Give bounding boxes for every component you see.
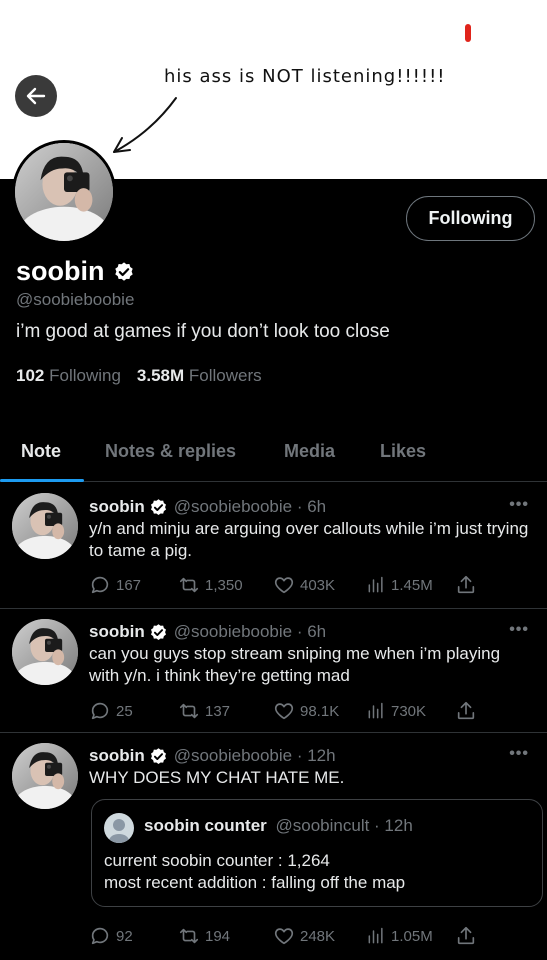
quoted-tweet-line: current soobin counter : 1,264	[104, 851, 330, 870]
like-count: 248K	[300, 927, 336, 945]
quoted-tweet-line: most recent addition : falling off the m…	[104, 873, 406, 892]
following-button[interactable]: Following	[406, 196, 535, 241]
reply-count: 167	[116, 576, 142, 594]
reply-button[interactable]: 167	[89, 574, 141, 596]
followers-stat[interactable]: 3.58M Followers	[137, 366, 262, 386]
reply-count: 25	[116, 702, 133, 720]
reply-button[interactable]: 25	[89, 700, 133, 722]
verified-badge-icon	[149, 498, 168, 517]
like-count: 403K	[300, 576, 336, 594]
tab-note[interactable]: Note	[21, 441, 61, 462]
tweet-author-name[interactable]: soobin	[89, 622, 145, 642]
tab-likes[interactable]: Likes	[380, 441, 426, 462]
back-arrow-icon	[26, 87, 46, 105]
retweet-button[interactable]: 137	[178, 700, 230, 722]
following-stat[interactable]: 102 Following	[16, 366, 121, 386]
tweet-header: soobin @soobieboobie · 6h	[89, 622, 326, 642]
verified-badge-icon	[149, 623, 168, 642]
profile-display-name: soobin	[16, 256, 135, 287]
tweet[interactable]: soobin @soobieboobie · 6h ••• y/n and mi…	[0, 483, 547, 609]
like-count: 98.1K	[300, 702, 340, 720]
tweet-author-name[interactable]: soobin	[89, 746, 145, 766]
tab-media[interactable]: Media	[284, 441, 335, 462]
reply-icon	[89, 700, 111, 722]
tweet-header: soobin @soobieboobie · 12h	[89, 746, 336, 766]
more-icon[interactable]: •••	[509, 496, 529, 514]
views-count: 730K	[391, 702, 427, 720]
views-icon	[366, 925, 386, 947]
tweet-avatar[interactable]	[12, 619, 78, 685]
profile-handle: @soobieboobie	[16, 290, 135, 309]
profile-name: soobin	[16, 256, 105, 286]
back-button[interactable]	[15, 75, 57, 117]
profile-avatar[interactable]	[12, 140, 116, 244]
quoted-tweet-author[interactable]: soobin counter	[144, 816, 267, 835]
retweet-count: 194	[205, 927, 231, 945]
tweet-actions: 167 1,350 403K 1.45M	[89, 574, 489, 598]
quoted-tweet-header: soobin counter @soobincult · 12h	[144, 816, 413, 836]
quoted-tweet-handle-time: @soobincult · 12h	[275, 816, 413, 835]
quoted-tweet[interactable]: soobin counter @soobincult · 12h current…	[91, 799, 543, 907]
tweet[interactable]: soobin @soobieboobie · 6h ••• can you gu…	[0, 609, 547, 733]
annotation-arrow-icon	[113, 97, 177, 153]
like-icon	[273, 925, 295, 947]
profile-bio: i’m good at games if you don’t look too …	[16, 321, 390, 342]
retweet-button[interactable]: 1,350	[178, 574, 243, 596]
share-icon	[455, 700, 477, 722]
tweet-handle-time: @soobieboobie · 6h	[173, 622, 327, 641]
annotation-text: his ass is NOT listening!!!!!!	[164, 66, 446, 87]
profile-stats: 102 Following 3.58M Followers	[16, 366, 262, 386]
retweet-icon	[178, 925, 200, 947]
tweet-text: can you guys stop stream sniping me when…	[89, 644, 501, 685]
views-icon	[366, 700, 386, 722]
quoted-tweet-text: current soobin counter : 1,264 most rece…	[104, 850, 405, 894]
more-icon[interactable]: •••	[509, 745, 529, 763]
reply-count: 92	[116, 927, 133, 945]
retweet-count: 1,350	[205, 576, 243, 594]
reply-icon	[89, 925, 111, 947]
views-button[interactable]: 1.05M	[366, 925, 433, 947]
tweet-text: WHY DOES MY CHAT HATE ME.	[89, 768, 345, 787]
tweet-handle-time: @soobieboobie · 12h	[173, 746, 336, 765]
reply-button[interactable]: 92	[89, 925, 133, 947]
share-button[interactable]	[455, 700, 477, 722]
like-button[interactable]: 248K	[273, 925, 335, 947]
share-button[interactable]	[455, 925, 477, 947]
tweet-header: soobin @soobieboobie · 6h	[89, 497, 326, 517]
profile-tabs: Note Notes & replies Media Likes	[0, 428, 547, 482]
quoted-tweet-avatar[interactable]	[104, 813, 134, 843]
reply-icon	[89, 574, 111, 596]
share-button[interactable]	[455, 574, 477, 596]
tweet-avatar[interactable]	[12, 743, 78, 809]
views-count: 1.05M	[391, 927, 433, 945]
tweet-handle-time: @soobieboobie · 6h	[173, 497, 327, 516]
annotation-red-mark	[465, 24, 471, 42]
retweet-count: 137	[205, 702, 231, 720]
tweet-avatar[interactable]	[12, 493, 78, 559]
retweet-button[interactable]: 194	[178, 925, 230, 947]
views-count: 1.45M	[391, 576, 433, 594]
tweet-actions: 25 137 98.1K 730K	[89, 700, 489, 724]
share-icon	[455, 574, 477, 596]
retweet-icon	[178, 700, 200, 722]
views-button[interactable]: 730K	[366, 700, 426, 722]
like-icon	[273, 700, 295, 722]
more-icon[interactable]: •••	[509, 621, 529, 639]
like-icon	[273, 574, 295, 596]
views-icon	[366, 574, 386, 596]
verified-badge-icon	[149, 747, 168, 766]
tweet-actions: 92 194 248K 1.05M	[89, 925, 489, 949]
active-tab-indicator	[0, 479, 84, 482]
like-button[interactable]: 98.1K	[273, 700, 339, 722]
tweet-text: y/n and minju are arguing over callouts …	[89, 519, 529, 560]
verified-badge-icon	[113, 261, 135, 283]
tweet-author-name[interactable]: soobin	[89, 497, 145, 517]
like-button[interactable]: 403K	[273, 574, 335, 596]
tweet[interactable]: soobin @soobieboobie · 12h ••• WHY DOES …	[0, 733, 547, 960]
share-icon	[455, 925, 477, 947]
views-button[interactable]: 1.45M	[366, 574, 433, 596]
retweet-icon	[178, 574, 200, 596]
tab-notes-replies[interactable]: Notes & replies	[105, 441, 236, 462]
